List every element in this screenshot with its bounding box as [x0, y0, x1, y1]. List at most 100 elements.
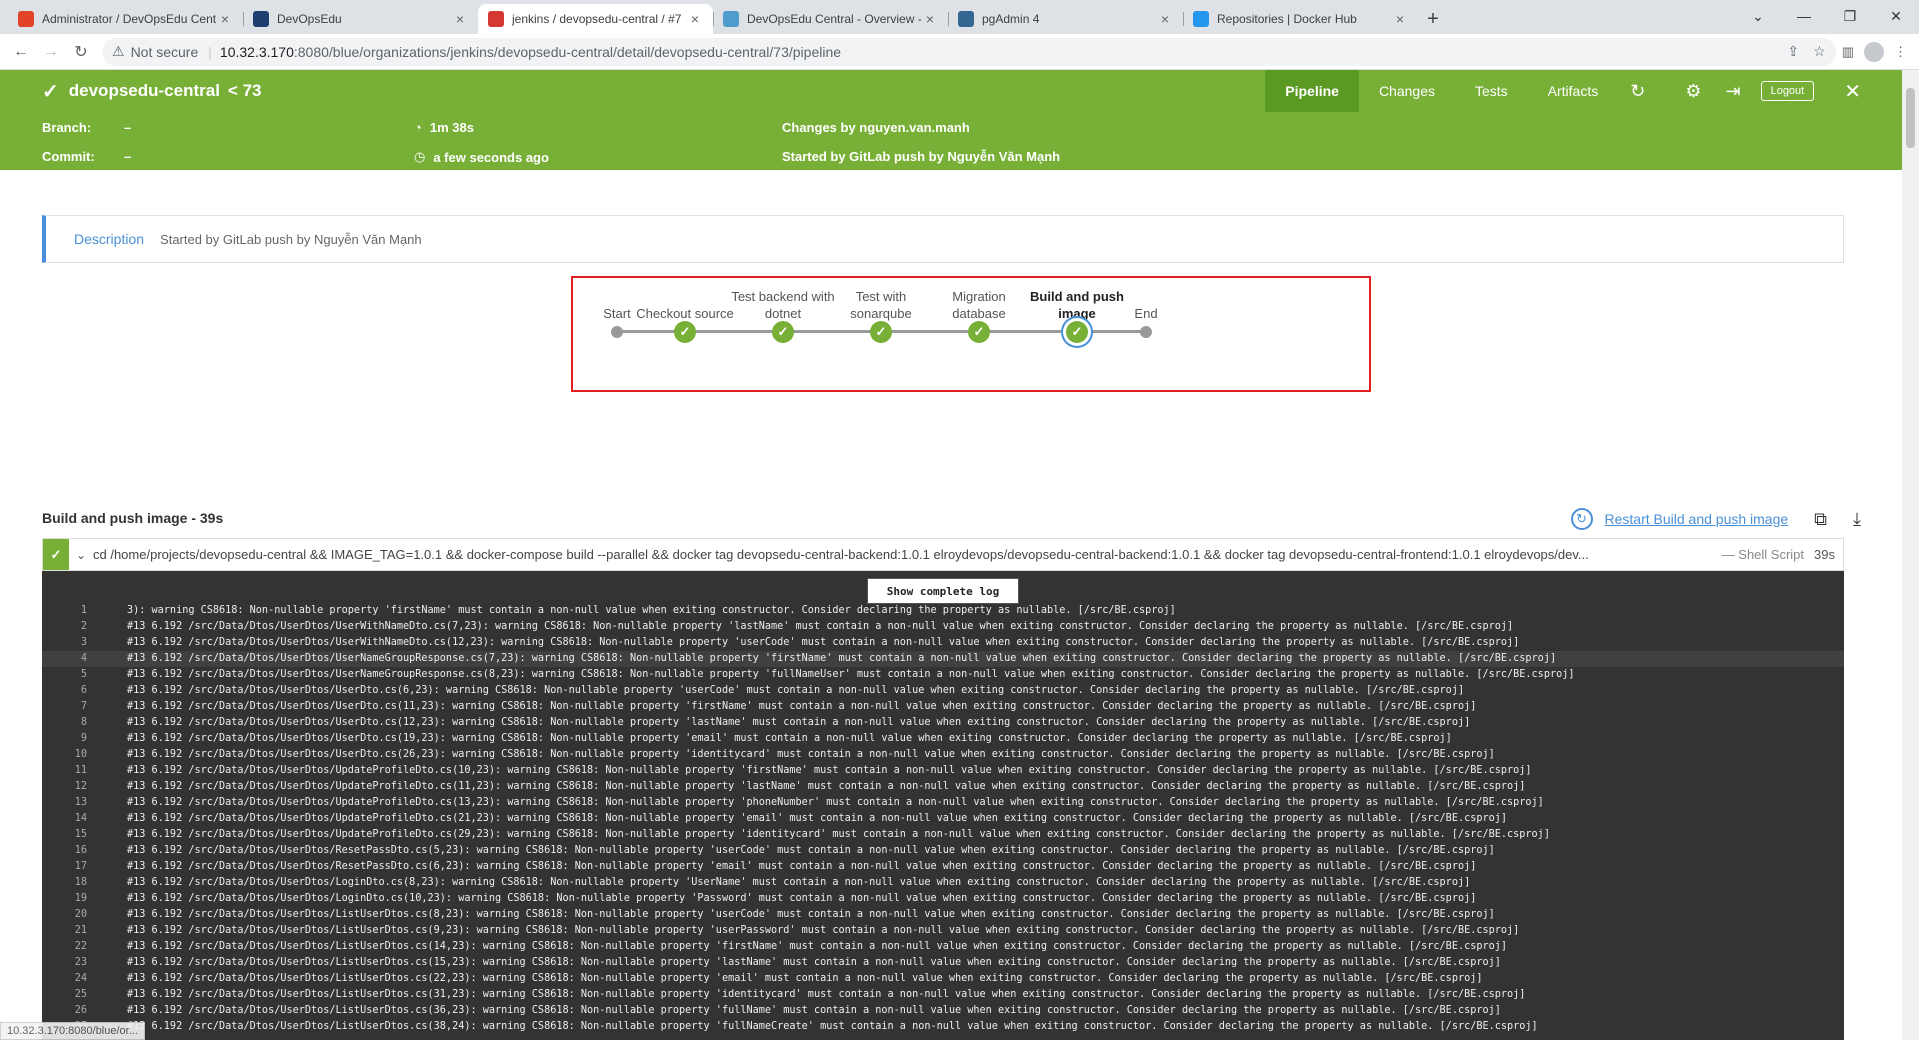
tab-title: jenkins / devopsedu-central / #7: [512, 12, 682, 26]
tab-close-icon[interactable]: ×: [1392, 11, 1408, 27]
browser-tab[interactable]: jenkins / devopsedu-central / #7 ×: [478, 4, 713, 34]
browser-tab[interactable]: DevOpsEdu Central - Overview - ×: [713, 4, 948, 34]
log-line-number[interactable]: 22: [42, 939, 107, 955]
browser-tab[interactable]: Repositories | Docker Hub ×: [1183, 4, 1418, 34]
log-line-number[interactable]: 23: [42, 955, 107, 971]
tab-close-icon[interactable]: ×: [452, 11, 468, 27]
restart-icon[interactable]: ↻: [1570, 508, 1593, 530]
side-panel-icon[interactable]: ▥: [1842, 44, 1854, 60]
menu-kebab-icon[interactable]: ⋮: [1894, 44, 1907, 60]
log-line-number[interactable]: 15: [42, 827, 107, 843]
log-line-number[interactable]: 13: [42, 795, 107, 811]
download-icon[interactable]: ⤓: [1853, 509, 1861, 530]
log-line-number[interactable]: 10: [42, 747, 107, 763]
step-row[interactable]: ✓ ⌄ cd /home/projects/devopsedu-central …: [42, 538, 1844, 571]
tab-search-icon[interactable]: ⌄: [1735, 0, 1781, 32]
chevron-down-icon[interactable]: ⌄: [69, 548, 93, 562]
url-path: :8080/blue/organizations/jenkins/devopse…: [293, 43, 842, 60]
stage-success-node[interactable]: ✓: [968, 321, 990, 343]
classic-ui-icon[interactable]: ⇥: [1713, 81, 1752, 102]
stage-success-node[interactable]: ✓: [870, 321, 892, 343]
log-line-number[interactable]: 1: [42, 603, 107, 619]
commit-label: Commit:: [42, 149, 95, 164]
tab-close-icon[interactable]: ×: [1157, 11, 1173, 27]
close-window-button[interactable]: ✕: [1873, 0, 1919, 32]
log-line: 18 #13 6.192 /src/Data/Dtos/UserDtos/Logi…: [42, 875, 1844, 891]
restore-button[interactable]: ❐: [1827, 0, 1873, 32]
address-bar[interactable]: ⚠ Not secure | 10.32.3.170:8080/blue/org…: [102, 37, 1836, 66]
log-line: 24 #13 6.192 /src/Data/Dtos/UserDtos/List…: [42, 971, 1844, 987]
job-title[interactable]: devopsedu-central: [69, 81, 220, 101]
run-number[interactable]: < 73: [228, 81, 262, 101]
log-line-number[interactable]: 5: [42, 667, 107, 683]
tab-close-icon[interactable]: ×: [687, 11, 703, 27]
page-scrollbar[interactable]: [1902, 70, 1919, 1040]
log-line-number[interactable]: 9: [42, 731, 107, 747]
stage-success-node[interactable]: ✓: [1066, 321, 1088, 343]
stage-success-node[interactable]: ✓: [674, 321, 696, 343]
back-icon[interactable]: ←: [6, 37, 36, 67]
log-line: 23 #13 6.192 /src/Data/Dtos/UserDtos/List…: [42, 955, 1844, 971]
share-icon[interactable]: ⇪: [1787, 43, 1799, 60]
stage-label-line1: [1086, 288, 1206, 305]
log-line-number[interactable]: 8: [42, 715, 107, 731]
browser-tab[interactable]: Administrator / DevOpsEdu Cent ×: [8, 4, 243, 34]
tab-artifacts[interactable]: Artifacts: [1528, 70, 1619, 112]
log-line: 7 #13 6.192 /src/Data/Dtos/UserDtos/UserD…: [42, 699, 1844, 715]
gitlab-icon: [18, 11, 34, 27]
log-line-number[interactable]: 26: [42, 1003, 107, 1019]
tab-pipeline[interactable]: Pipeline: [1265, 70, 1359, 112]
tab-close-icon[interactable]: ×: [922, 11, 938, 27]
gear-icon[interactable]: ⚙: [1673, 81, 1713, 102]
logout-button[interactable]: Logout: [1760, 81, 1815, 101]
close-icon[interactable]: ✕: [1844, 79, 1861, 104]
minimize-button[interactable]: —: [1781, 0, 1827, 32]
log-line-text: #13 6.192 /src/Data/Dtos/UserDtos/UserDt…: [127, 749, 1495, 760]
bookmark-star-icon[interactable]: ☆: [1813, 43, 1826, 60]
log-output[interactable]: Show complete log 1 3): warning CS8618: N…: [42, 571, 1844, 1040]
forward-icon[interactable]: →: [36, 37, 66, 67]
description-label: Description: [74, 231, 145, 247]
step-duration: 39s: [1814, 547, 1835, 562]
end-node: [1140, 326, 1152, 338]
tab-close-icon[interactable]: ×: [217, 11, 233, 27]
log-line-number[interactable]: 21: [42, 923, 107, 939]
log-line-number[interactable]: 11: [42, 763, 107, 779]
log-line-number[interactable]: 16: [42, 843, 107, 859]
tab-title: Repositories | Docker Hub: [1217, 12, 1357, 26]
log-line-number[interactable]: 2: [42, 619, 107, 635]
browser-tab[interactable]: pgAdmin 4 ×: [948, 4, 1183, 34]
show-complete-log-button[interactable]: Show complete log: [867, 578, 1019, 604]
stage-label[interactable]: End: [1086, 288, 1206, 322]
pipeline-graph: Start Checkout source ✓ Test backend with do…: [571, 276, 1371, 392]
started-by: Started by GitLab push by Nguyễn Văn Mạn…: [782, 149, 1061, 164]
scrollbar-thumb[interactable]: [1906, 88, 1915, 148]
log-line-number[interactable]: 6: [42, 683, 107, 699]
log-line-number[interactable]: 4: [42, 651, 107, 667]
log-line: 12 #13 6.192 /src/Data/Dtos/UserDtos/Upda…: [42, 779, 1844, 795]
log-line-number[interactable]: 17: [42, 859, 107, 875]
log-line-number[interactable]: 12: [42, 779, 107, 795]
profile-avatar[interactable]: [1864, 41, 1884, 62]
duration-icon: ◔: [414, 120, 422, 135]
run-nav: Pipeline Changes Tests Artifacts ↻ ⚙ ⇥ L…: [1265, 70, 1861, 112]
open-external-icon[interactable]: ⧉: [1814, 509, 1827, 530]
stage-success-node[interactable]: ✓: [772, 321, 794, 343]
log-line-number[interactable]: 7: [42, 699, 107, 715]
restart-stage-link[interactable]: Restart Build and push image: [1605, 511, 1789, 527]
log-line-number[interactable]: 3: [42, 635, 107, 651]
log-line-number[interactable]: 24: [42, 971, 107, 987]
tab-tests[interactable]: Tests: [1455, 70, 1528, 112]
log-line-text: #13 6.192 /src/Data/Dtos/UserDtos/UserDt…: [127, 733, 1452, 744]
rerun-icon[interactable]: ↻: [1618, 81, 1657, 102]
log-line-number[interactable]: 18: [42, 875, 107, 891]
reload-icon[interactable]: ↻: [66, 37, 96, 67]
log-line-number[interactable]: 19: [42, 891, 107, 907]
tab-changes[interactable]: Changes: [1359, 70, 1455, 112]
log-line-number[interactable]: 20: [42, 907, 107, 923]
log-line-number[interactable]: 14: [42, 811, 107, 827]
browser-tab[interactable]: DevOpsEdu ×: [243, 4, 478, 34]
log-line: 5 #13 6.192 /src/Data/Dtos/UserDtos/UserN…: [42, 667, 1844, 683]
log-line-number[interactable]: 25: [42, 987, 107, 1003]
new-tab-button[interactable]: +: [1418, 4, 1448, 34]
